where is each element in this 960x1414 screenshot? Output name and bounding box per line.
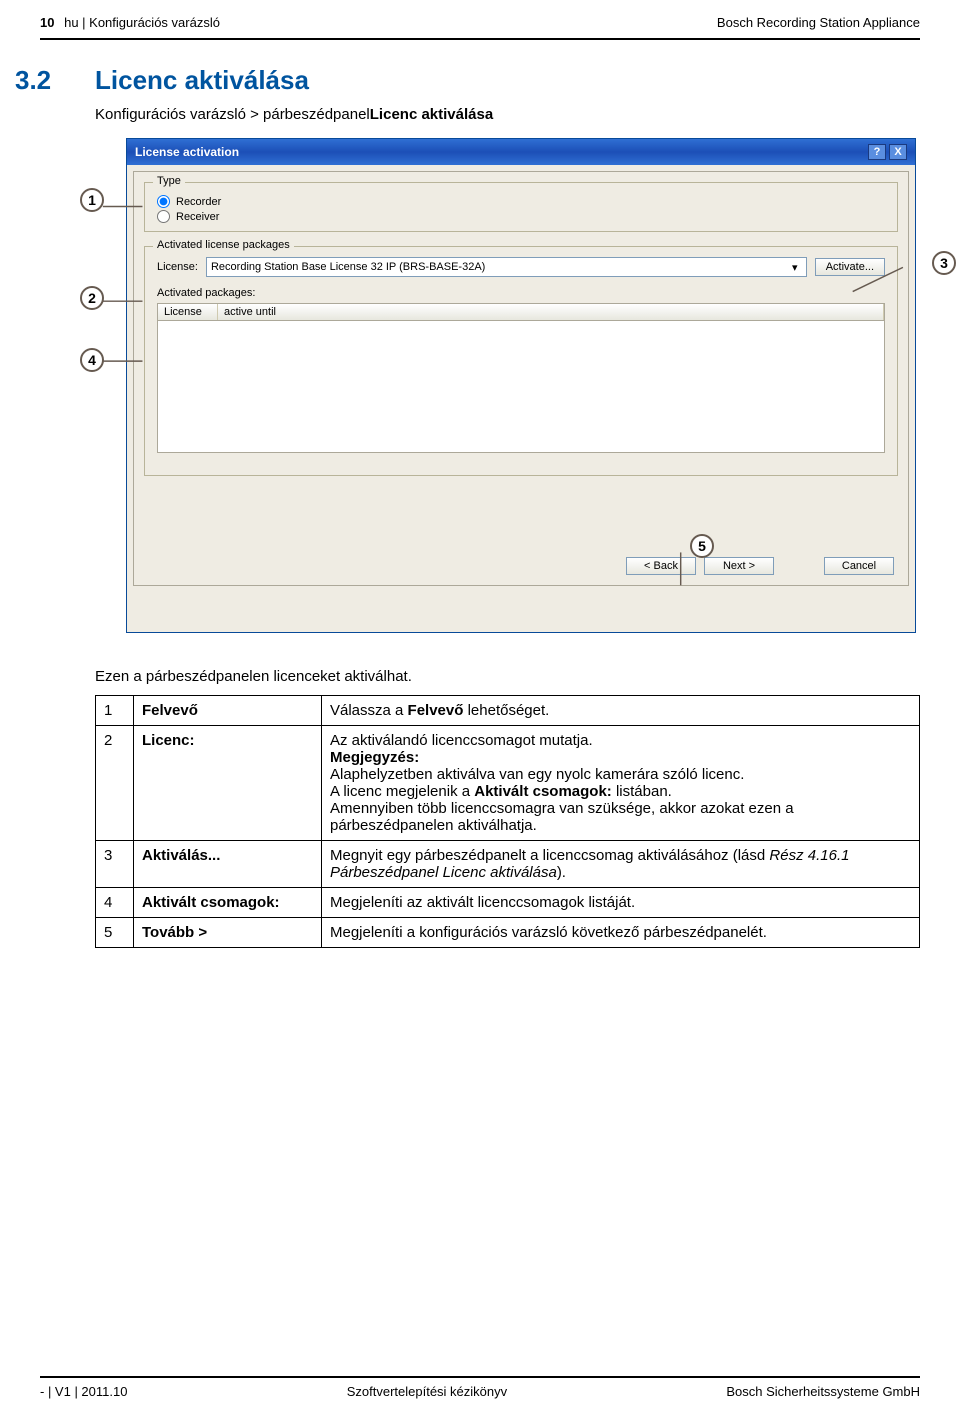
type-group-label: Type <box>153 175 185 187</box>
row-desc: Az aktiválandó licenccsomagot mutatja. M… <box>322 726 920 841</box>
activate-button[interactable]: Activate... <box>815 258 885 276</box>
header-left: hu | Konfigurációs varázsló <box>64 15 220 30</box>
radio-recorder-input[interactable] <box>157 195 170 208</box>
footer-left: - | V1 | 2011.10 <box>40 1384 127 1399</box>
description-table: 1 Felvevő Válassza a Felvevő lehetőséget… <box>95 695 920 948</box>
row-key: Tovább > <box>134 918 322 948</box>
license-activation-dialog: License activation ? X Type Recorder <box>126 138 916 633</box>
license-packages-group: Activated license packages License: Reco… <box>144 246 898 476</box>
radio-receiver-input[interactable] <box>157 210 170 223</box>
section-subtitle: Konfigurációs varázsló > párbeszédpanelL… <box>95 106 920 123</box>
section-heading: 3.2 Licenc aktiválása <box>95 65 920 96</box>
radio-receiver[interactable]: Receiver <box>157 210 885 223</box>
license-label: License: <box>157 261 198 273</box>
wizard-buttons: < Back Next > Cancel <box>626 557 894 575</box>
row-desc: Megjeleníti az aktivált licenccsomagok l… <box>322 888 920 918</box>
cancel-button[interactable]: Cancel <box>824 557 894 575</box>
table-row: 3 Aktiválás... Megnyit egy párbeszédpane… <box>96 841 920 888</box>
help-icon[interactable]: ? <box>868 144 886 160</box>
header-right: Bosch Recording Station Appliance <box>717 15 920 30</box>
footer-divider <box>40 1376 920 1378</box>
row-key: Aktiválás... <box>134 841 322 888</box>
row-num: 2 <box>96 726 134 841</box>
row-num: 3 <box>96 841 134 888</box>
back-button[interactable]: < Back <box>626 557 696 575</box>
footer-center: Szoftvertelepítési kézikönyv <box>347 1384 507 1399</box>
license-group-label: Activated license packages <box>153 239 294 251</box>
row-desc: Megnyit egy párbeszédpanelt a licenccsom… <box>322 841 920 888</box>
header-divider <box>40 38 920 40</box>
license-select[interactable]: Recording Station Base License 32 IP (BR… <box>206 257 807 277</box>
callout-4: 4 <box>80 348 104 372</box>
type-group: Type Recorder Receiver <box>144 182 898 232</box>
row-num: 5 <box>96 918 134 948</box>
callout-5: 5 <box>690 534 714 558</box>
row-desc: Válassza a Felvevő lehetőséget. <box>322 696 920 726</box>
section-number: 3.2 <box>15 65 95 96</box>
row-key: Licenc: <box>134 726 322 841</box>
row-num: 4 <box>96 888 134 918</box>
chevron-down-icon: ▾ <box>788 261 802 274</box>
license-select-value: Recording Station Base License 32 IP (BR… <box>211 261 485 273</box>
next-button[interactable]: Next > <box>704 557 774 575</box>
callout-3: 3 <box>932 251 956 275</box>
close-icon[interactable]: X <box>889 144 907 160</box>
dialog-title: License activation <box>135 145 239 159</box>
table-row: 1 Felvevő Válassza a Felvevő lehetőséget… <box>96 696 920 726</box>
callout-2: 2 <box>80 286 104 310</box>
page-number: 10 <box>40 15 54 30</box>
table-row: 2 Licenc: Az aktiválandó licenccsomagot … <box>96 726 920 841</box>
screenshot-figure: License activation ? X Type Recorder <box>70 138 930 648</box>
intro-text: Ezen a párbeszédpanelen licenceket aktiv… <box>95 668 920 685</box>
col-active-until: active until <box>218 304 884 320</box>
radio-receiver-label: Receiver <box>176 211 219 223</box>
row-num: 1 <box>96 696 134 726</box>
table-row: 4 Aktivált csomagok: Megjeleníti az akti… <box>96 888 920 918</box>
col-license: License <box>158 304 218 320</box>
row-desc: Megjeleníti a konfigurációs varázsló köv… <box>322 918 920 948</box>
section-title: Licenc aktiválása <box>95 65 309 96</box>
callout-1: 1 <box>80 188 104 212</box>
page-header: 10 hu | Konfigurációs varázsló Bosch Rec… <box>0 0 960 38</box>
radio-recorder[interactable]: Recorder <box>157 195 885 208</box>
activated-packages-label: Activated packages: <box>157 287 885 299</box>
page-footer: - | V1 | 2011.10 Szoftvertelepítési kézi… <box>0 1368 960 1399</box>
table-row: 5 Tovább > Megjeleníti a konfigurációs v… <box>96 918 920 948</box>
row-key: Felvevő <box>134 696 322 726</box>
row-key: Aktivált csomagok: <box>134 888 322 918</box>
radio-recorder-label: Recorder <box>176 196 221 208</box>
footer-right: Bosch Sicherheitssysteme GmbH <box>726 1384 920 1399</box>
dialog-titlebar: License activation ? X <box>127 139 915 165</box>
activated-packages-table: License active until <box>157 303 885 453</box>
